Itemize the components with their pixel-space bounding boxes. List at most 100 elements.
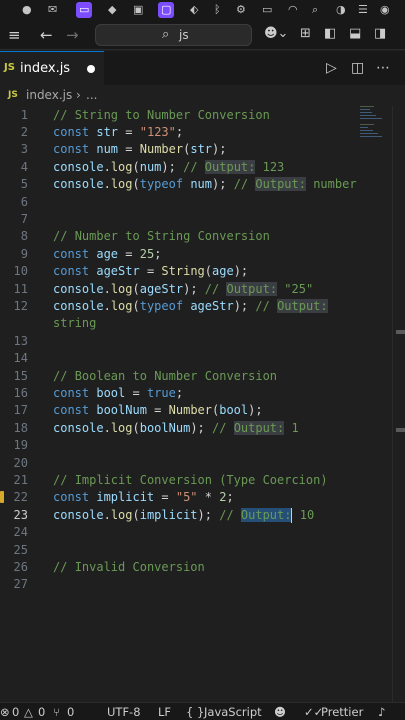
unsaved-dot-icon[interactable]: [87, 65, 95, 73]
code-line[interactable]: 8 // Number to String Conversion: [0, 228, 360, 245]
error-count[interactable]: 0: [12, 705, 19, 719]
language-braces: { }: [186, 705, 205, 719]
breadcrumb-file[interactable]: index.js: [26, 88, 72, 102]
control-center-icon[interactable]: ☰: [358, 2, 368, 18]
tag-icon[interactable]: ⬖: [190, 2, 198, 18]
line-number: 3: [20, 142, 28, 157]
forward-arrow-icon[interactable]: →: [66, 26, 79, 44]
line-number: 1: [20, 107, 28, 122]
error-icon[interactable]: ⊗: [0, 705, 10, 719]
code-line[interactable]: 13: [0, 333, 360, 350]
code-text: // Implicit Conversion (Type Coercion): [53, 472, 328, 487]
code-text: // Number to String Conversion: [53, 229, 270, 244]
line-number: 10: [13, 264, 28, 279]
line-number: 7: [20, 211, 28, 226]
back-arrow-icon[interactable]: ←: [40, 26, 53, 44]
gear-icon[interactable]: ⚙: [236, 2, 246, 18]
code-text: const ageStr = String(age);: [53, 264, 249, 279]
line-number: 19: [13, 438, 28, 453]
language-mode[interactable]: JavaScript: [204, 705, 262, 719]
code-line[interactable]: 15 // Boolean to Number Conversion: [0, 368, 360, 385]
code-line[interactable]: 7: [0, 211, 360, 228]
wifi-icon[interactable]: ◠: [288, 2, 298, 18]
editor-tab-bar: JS index.js ▷ ◫ ⋯: [0, 51, 405, 85]
copilot-icon[interactable]: ☻⌄: [264, 26, 288, 41]
line-number: 15: [13, 368, 28, 383]
code-line[interactable]: 4 console.log(num); // Output: 123: [0, 159, 360, 176]
ports-icon[interactable]: ⑂: [53, 705, 60, 719]
code-text: const bool = true;: [53, 385, 184, 400]
bag-icon[interactable]: ▣: [133, 2, 143, 18]
system-menubar: ● ✉ ▭ ◆ ▣ ▢ ⬖ ᛒ ⚙ ▭ ◠ ⌕ ◑ ☰ ◉: [0, 0, 405, 20]
warning-icon[interactable]: △: [24, 705, 33, 719]
hamburger-icon[interactable]: ≡: [8, 26, 21, 44]
code-line[interactable]: 5 console.log(typeof num); // Output: num…: [0, 176, 360, 193]
code-line[interactable]: 19: [0, 437, 360, 454]
dot-icon[interactable]: ●: [22, 2, 32, 18]
line-number: 9: [20, 246, 28, 261]
code-line[interactable]: 27: [0, 576, 360, 593]
search-icon[interactable]: ⌕: [312, 2, 318, 18]
code-line[interactable]: 23 console.log(implicit); // Output: 10: [0, 507, 360, 524]
line-number: 13: [13, 333, 28, 348]
split-editor-icon[interactable]: ◫: [351, 60, 364, 76]
line-number: 25: [13, 542, 28, 557]
bluetooth-icon[interactable]: ᛒ: [214, 2, 221, 18]
layout-grid-icon[interactable]: ⊞: [300, 26, 311, 41]
code-line[interactable]: 14: [0, 350, 360, 367]
code-line[interactable]: 9 const age = 25;: [0, 246, 360, 263]
siri-icon[interactable]: ◉: [380, 2, 390, 18]
code-line[interactable]: 18 console.log(boolNum); // Output: 1: [0, 420, 360, 437]
bell-icon[interactable]: ♪: [378, 705, 385, 719]
line-number: 5: [20, 177, 28, 192]
toggle-secondary-sidebar-icon[interactable]: ◨: [374, 26, 386, 41]
code-line[interactable]: 22 const implicit = "5" * 2;: [0, 489, 360, 506]
tab-index-js[interactable]: JS index.js: [0, 51, 104, 85]
mail-icon[interactable]: ✉: [48, 2, 57, 18]
lightbulb-icon[interactable]: [0, 491, 4, 504]
code-text: console.log(num); // Output: 123: [53, 159, 285, 174]
formatter[interactable]: Prettier: [321, 705, 363, 719]
battery-icon[interactable]: ▭: [262, 2, 272, 18]
badge-icon[interactable]: ▭: [76, 2, 93, 18]
code-line[interactable]: 12 console.log(typeof ageStr); // Output:…: [0, 298, 360, 333]
breadcrumb-more[interactable]: ...: [86, 88, 97, 102]
code-line[interactable]: 16 const bool = true;: [0, 385, 360, 402]
code-line[interactable]: 3 const num = Number(str);: [0, 141, 360, 158]
code-line[interactable]: 26 // Invalid Conversion: [0, 559, 360, 576]
code-line[interactable]: 20: [0, 455, 360, 472]
code-line[interactable]: 21 // Implicit Conversion (Type Coercion): [0, 472, 360, 489]
code-line[interactable]: 1 // String to Number Conversion: [0, 107, 360, 124]
code-line[interactable]: 11 console.log(ageStr); // Output: "25": [0, 281, 360, 298]
end-of-line[interactable]: LF: [158, 705, 171, 719]
line-number: 17: [13, 403, 28, 418]
code-line[interactable]: 24: [0, 524, 360, 541]
code-line[interactable]: 6: [0, 194, 360, 211]
code-text: string: [53, 316, 97, 331]
line-number: 26: [13, 559, 28, 574]
switch-icon[interactable]: ◑: [336, 2, 346, 18]
copilot-icon[interactable]: ☻: [274, 705, 286, 719]
code-editor[interactable]: 1 // String to Number Conversion 2 const st…: [0, 106, 405, 702]
line-number: 6: [20, 194, 28, 209]
scrollbar-marker: [396, 330, 405, 334]
window-icon[interactable]: ▢: [158, 2, 175, 18]
more-actions-icon[interactable]: ⋯: [376, 60, 390, 76]
run-icon[interactable]: ▷: [326, 60, 337, 76]
line-number: 22: [13, 490, 28, 505]
warning-count[interactable]: 0: [38, 705, 45, 719]
command-center-search[interactable]: ⌕ js: [95, 24, 252, 46]
toggle-panel-icon[interactable]: ⬓: [349, 26, 361, 41]
encoding[interactable]: UTF-8: [107, 705, 141, 719]
m-icon[interactable]: ◆: [108, 2, 116, 18]
toggle-primary-sidebar-icon[interactable]: ◧: [324, 26, 336, 41]
code-text: const age = 25;: [53, 246, 162, 261]
vertical-scrollbar[interactable]: [392, 106, 405, 702]
code-text: const num = Number(str);: [53, 142, 227, 157]
code-line[interactable]: 17 const boolNum = Number(bool);: [0, 402, 360, 419]
code-line[interactable]: 25: [0, 542, 360, 559]
ports-count[interactable]: 0: [67, 705, 74, 719]
minimap[interactable]: [360, 106, 390, 146]
code-line[interactable]: 2 const str = "123";: [0, 124, 360, 141]
code-line[interactable]: 10 const ageStr = String(age);: [0, 263, 360, 280]
